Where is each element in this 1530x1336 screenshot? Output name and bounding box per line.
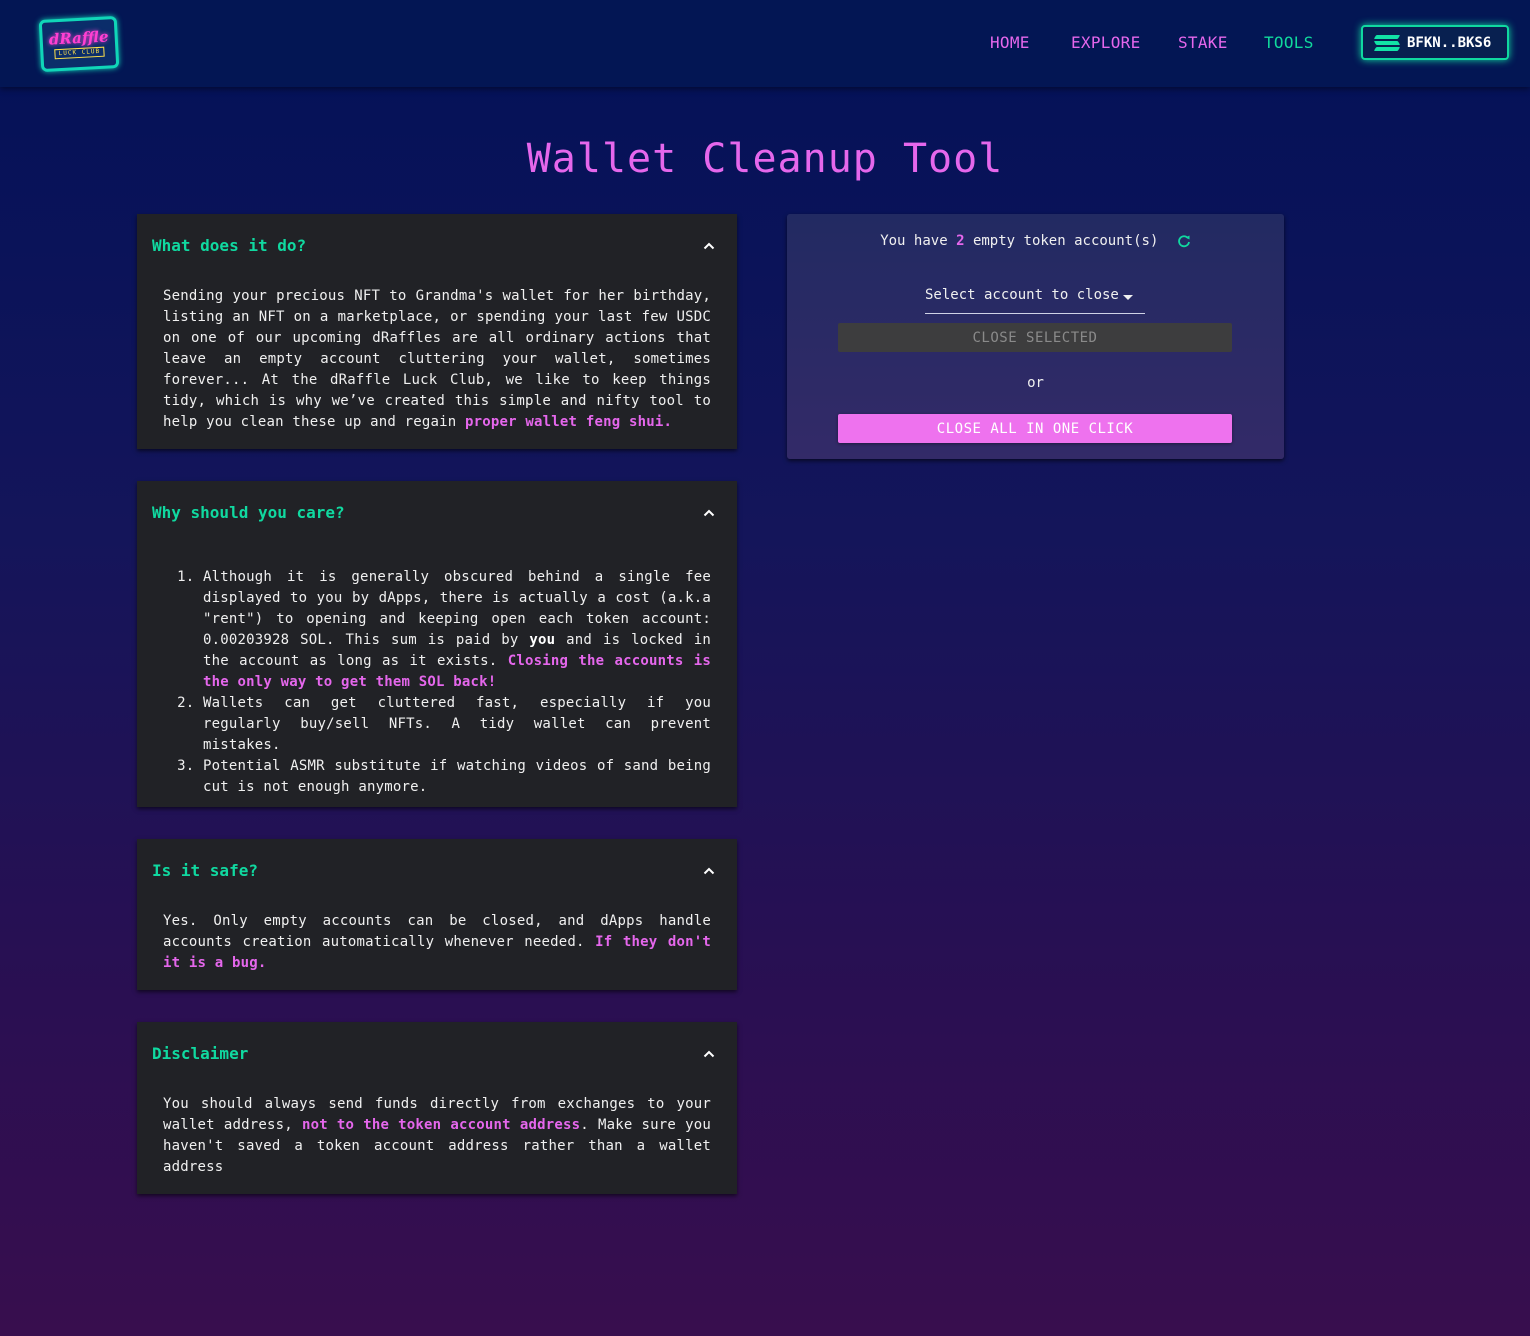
solana-icon — [1373, 34, 1401, 52]
nav-home[interactable]: HOME — [990, 33, 1030, 52]
count-number: 2 — [956, 233, 965, 249]
cleanup-card: You have 2 empty token account(s) Select… — [787, 214, 1284, 459]
faq-title-why: Why should you care? — [152, 503, 345, 522]
faq-header-why[interactable]: Why should you care? — [137, 481, 737, 545]
count-suffix: empty token account(s) — [972, 233, 1159, 249]
faq-highlight-disclaimer: not to the token account address — [301, 1117, 581, 1133]
list-item: Potential ASMR substitute if watching vi… — [203, 756, 711, 798]
faq-body-safe: Yes. Only empty accounts can be closed, … — [163, 911, 711, 974]
top-bar: dRaffle LUCK CLUB HOME EXPLORE STAKE TOO… — [0, 0, 1530, 87]
faq-why-item3-text: Potential ASMR substitute if watching vi… — [203, 758, 711, 795]
chevron-up-icon[interactable] — [703, 1048, 715, 1060]
caret-down-icon — [1123, 295, 1133, 300]
faq-body-what: Sending your precious NFT to Grandma's w… — [163, 286, 711, 433]
logo-subtext: LUCK CLUB — [54, 46, 105, 60]
faq-panel-disclaimer: Disclaimer You should always send funds … — [137, 1022, 737, 1194]
faq-header-what[interactable]: What does it do? — [137, 214, 737, 278]
account-select[interactable]: Select account to close — [925, 287, 1145, 314]
faq-panel-what: What does it do? Sending your precious N… — [137, 214, 737, 449]
nav-tools[interactable]: TOOLS — [1264, 33, 1314, 52]
faq-why-item2-text: Wallets can get cluttered fast, especial… — [203, 695, 711, 753]
logo-text: dRaffle — [48, 27, 109, 49]
nav-stake[interactable]: STAKE — [1178, 33, 1228, 52]
count-prefix: You have — [880, 233, 948, 249]
list-item: Although it is generally obscured behind… — [203, 567, 711, 693]
faq-header-disclaimer[interactable]: Disclaimer — [137, 1022, 737, 1086]
faq-title-what: What does it do? — [152, 236, 307, 255]
account-select-placeholder: Select account to close — [925, 287, 1119, 303]
faq-body-disclaimer: You should always send funds directly fr… — [163, 1094, 711, 1178]
close-all-button[interactable]: CLOSE ALL IN ONE CLICK — [838, 414, 1232, 443]
nav-explore[interactable]: EXPLORE — [1071, 33, 1141, 52]
chevron-up-icon[interactable] — [703, 240, 715, 252]
faq-title-safe: Is it safe? — [152, 861, 258, 880]
wallet-address: BFKN..BKS6 — [1407, 34, 1492, 51]
draffle-logo[interactable]: dRaffle LUCK CLUB — [38, 15, 120, 73]
faq-title-disclaimer: Disclaimer — [152, 1044, 249, 1063]
page-title: Wallet Cleanup Tool — [526, 136, 1004, 182]
faq-highlight-what: proper wallet feng shui. — [465, 414, 673, 430]
wallet-button[interactable]: BFKN..BKS6 — [1361, 25, 1509, 60]
faq-panel-why: Why should you care? Although it is gene… — [137, 481, 737, 807]
chevron-up-icon[interactable] — [703, 865, 715, 877]
faq-panel-safe: Is it safe? Yes. Only empty accounts can… — [137, 839, 737, 990]
refresh-icon[interactable] — [1177, 234, 1191, 248]
or-divider-text: or — [1027, 375, 1044, 391]
faq-header-safe[interactable]: Is it safe? — [137, 839, 737, 903]
faq-why-item1-bold: you — [529, 632, 556, 648]
faq-text-what: Sending your precious NFT to Grandma's w… — [163, 288, 711, 430]
chevron-up-icon[interactable] — [703, 507, 715, 519]
list-item: Wallets can get cluttered fast, especial… — [203, 693, 711, 756]
faq-list-why: Although it is generally obscured behind… — [163, 567, 711, 798]
close-selected-button[interactable]: CLOSE SELECTED — [838, 323, 1232, 352]
empty-account-count: You have 2 empty token account(s) — [787, 233, 1284, 249]
